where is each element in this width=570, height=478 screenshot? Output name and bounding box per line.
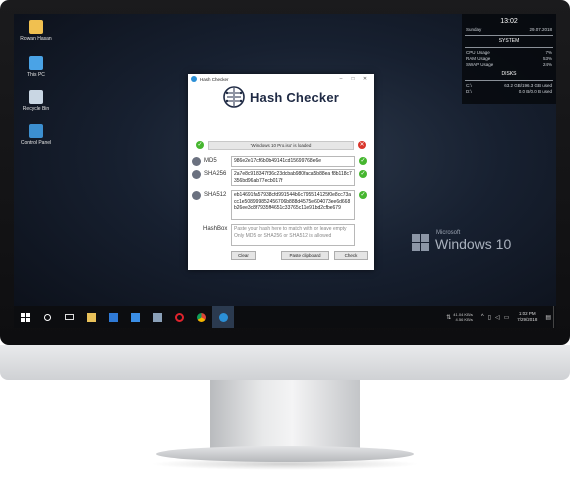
windows-logo-icon [412,234,430,252]
network-glyph: ⇅ [446,314,452,321]
app-logo: Hash Checker [188,84,374,110]
file-explorer-button[interactable] [80,306,102,328]
disk-d-label: D:\ [466,89,472,94]
search-icon [43,313,51,321]
clear-button[interactable]: Clear [231,251,256,260]
hash-checker-icon [218,312,228,322]
desktop-screen: Rowan Hasan This PC Recycle Bin Control … [14,14,556,328]
check-icon: ✓ [359,191,367,199]
file-status-row: ✓ 'Windows 10 Pro.iso' is loaded ✕ [196,140,366,150]
sha256-field[interactable]: 2a7e8c918347f36c23dcbab980faca5b88ea f8b… [231,169,355,186]
notifications-icon[interactable]: ▤ [545,314,551,321]
monitor-base [156,446,414,462]
search-button[interactable] [36,306,58,328]
swap-value: 24% [542,62,552,67]
divider [465,80,553,81]
check-icon: ✓ [196,141,204,149]
desktop-icon-user[interactable]: Rowan Hasan [18,20,54,42]
sha256-row: SHA256 2a7e8c918347f36c23dcbab980faca5b8… [192,169,367,186]
monitor-icon [29,56,43,70]
check-icon: ✓ [359,157,367,165]
taskbar-clock[interactable]: 1:02 PM 7/29/2018 [517,311,537,323]
copy-md5-icon[interactable] [192,157,201,166]
control-panel-icon [29,124,43,138]
network-speed: 41.04 KB/s 4.56 KB/s [453,312,473,322]
desktop-icon-label: Recycle Bin [22,106,50,112]
chevron-up-icon[interactable]: ^ [481,314,484,320]
calendar-icon [152,312,162,322]
app-icon [191,76,197,82]
chrome-icon [196,312,206,322]
swap-label: SWAP Usage [466,62,494,67]
network-icon[interactable]: ▯ [488,314,491,321]
mail-button[interactable] [102,306,124,328]
branding-large: Windows 10 [435,236,512,252]
paste-clipboard-button[interactable]: Paste clipboard [281,251,329,260]
hash-checker-window: Hash Checker – □ ✕ Hash Checker ✓ 'Windo… [188,74,374,270]
recycle-bin-icon [29,90,43,104]
desktop-icon-label: This PC [27,72,45,78]
desktop-icon-this-pc[interactable]: This PC [18,56,54,78]
md5-row: MD5 986e2e17cf6b0b49141cd15699768e6e ✓ [192,156,367,167]
remove-file-icon[interactable]: ✕ [358,141,366,149]
gadget-day: Sunday [466,27,482,32]
net-down: 4.56 KB/s [455,317,473,322]
circuit-brain-icon [223,86,245,108]
hashbox-input[interactable]: Paste your hash here to match with or le… [231,224,355,246]
copy-sha256-icon[interactable] [192,170,201,179]
system-tray: ⇅ 41.04 KB/s 4.56 KB/s ^ ▯ ◁ ▭ 1:02 PM 7… [444,306,556,328]
desktop-icon-label: Control Panel [20,140,52,146]
minimize-icon[interactable]: – [335,76,347,82]
logo-title: Hash Checker [249,89,340,105]
chrome-button[interactable] [190,306,212,328]
hashbox-label: HashBox [203,226,228,232]
gadget-system-heading: SYSTEM [498,38,520,44]
start-button[interactable] [14,306,36,328]
folder-icon [86,312,96,322]
file-status-text: 'Windows 10 Pro.iso' is loaded [208,140,354,150]
gadget-time: 13:02 [500,18,518,25]
window-titlebar[interactable]: Hash Checker – □ ✕ [188,74,374,84]
sha512-label: SHA512 [204,192,227,198]
maximize-icon[interactable]: □ [347,76,359,82]
sha256-label: SHA256 [204,171,227,177]
windows-start-icon [20,312,30,322]
monitor-stand [210,380,360,448]
monitor-chin [0,345,570,380]
sha512-field[interactable]: eb14691fa57938cfd991544b6c795514125f0e8c… [231,190,355,220]
check-icon: ✓ [359,170,367,178]
task-view-button[interactable] [58,306,80,328]
window-title: Hash Checker [200,76,229,82]
copy-sha512-icon[interactable] [192,191,201,200]
desktop-icon-recycle-bin[interactable]: Recycle Bin [18,90,54,112]
system-monitor-gadget: 13:02 Sunday 29.07.2018 SYSTEM CPU Usage… [462,14,556,104]
calendar-button[interactable] [146,306,168,328]
mail-icon [108,312,118,322]
show-desktop-button[interactable] [553,306,556,328]
divider [465,47,553,48]
md5-field[interactable]: 986e2e17cf6b0b49141cd15699768e6e [231,156,355,167]
divider [465,35,553,36]
close-icon[interactable]: ✕ [359,76,371,82]
opera-icon [174,312,184,322]
hash-checker-taskbar-button[interactable] [212,306,234,328]
opera-button[interactable] [168,306,190,328]
task-view-icon [64,314,74,320]
gadget-disks-heading: DISKS [501,71,517,77]
store-button[interactable] [124,306,146,328]
md5-label: MD5 [204,158,217,164]
gadget-date: 29.07.2018 [529,27,552,32]
store-icon [130,312,140,322]
sha512-row: SHA512 eb14691fa57938cfd991544b6c7955141… [192,190,367,220]
monitor-bezel: Rowan Hasan This PC Recycle Bin Control … [0,0,570,345]
user-folder-icon [29,20,43,34]
action-center-icon[interactable]: ▭ [504,314,510,321]
volume-icon[interactable]: ◁ [495,314,500,321]
check-button[interactable]: Check [334,251,368,260]
disk-d-value: 0.0 B/0.0 B used [518,89,552,94]
taskbar: ⇅ 41.04 KB/s 4.56 KB/s ^ ▯ ◁ ▭ 1:02 PM 7… [14,306,556,328]
desktop-icon-label: Rowan Hasan [20,36,52,42]
clock-date: 7/29/2018 [517,317,538,322]
desktop-icon-control-panel[interactable]: Control Panel [18,124,54,146]
